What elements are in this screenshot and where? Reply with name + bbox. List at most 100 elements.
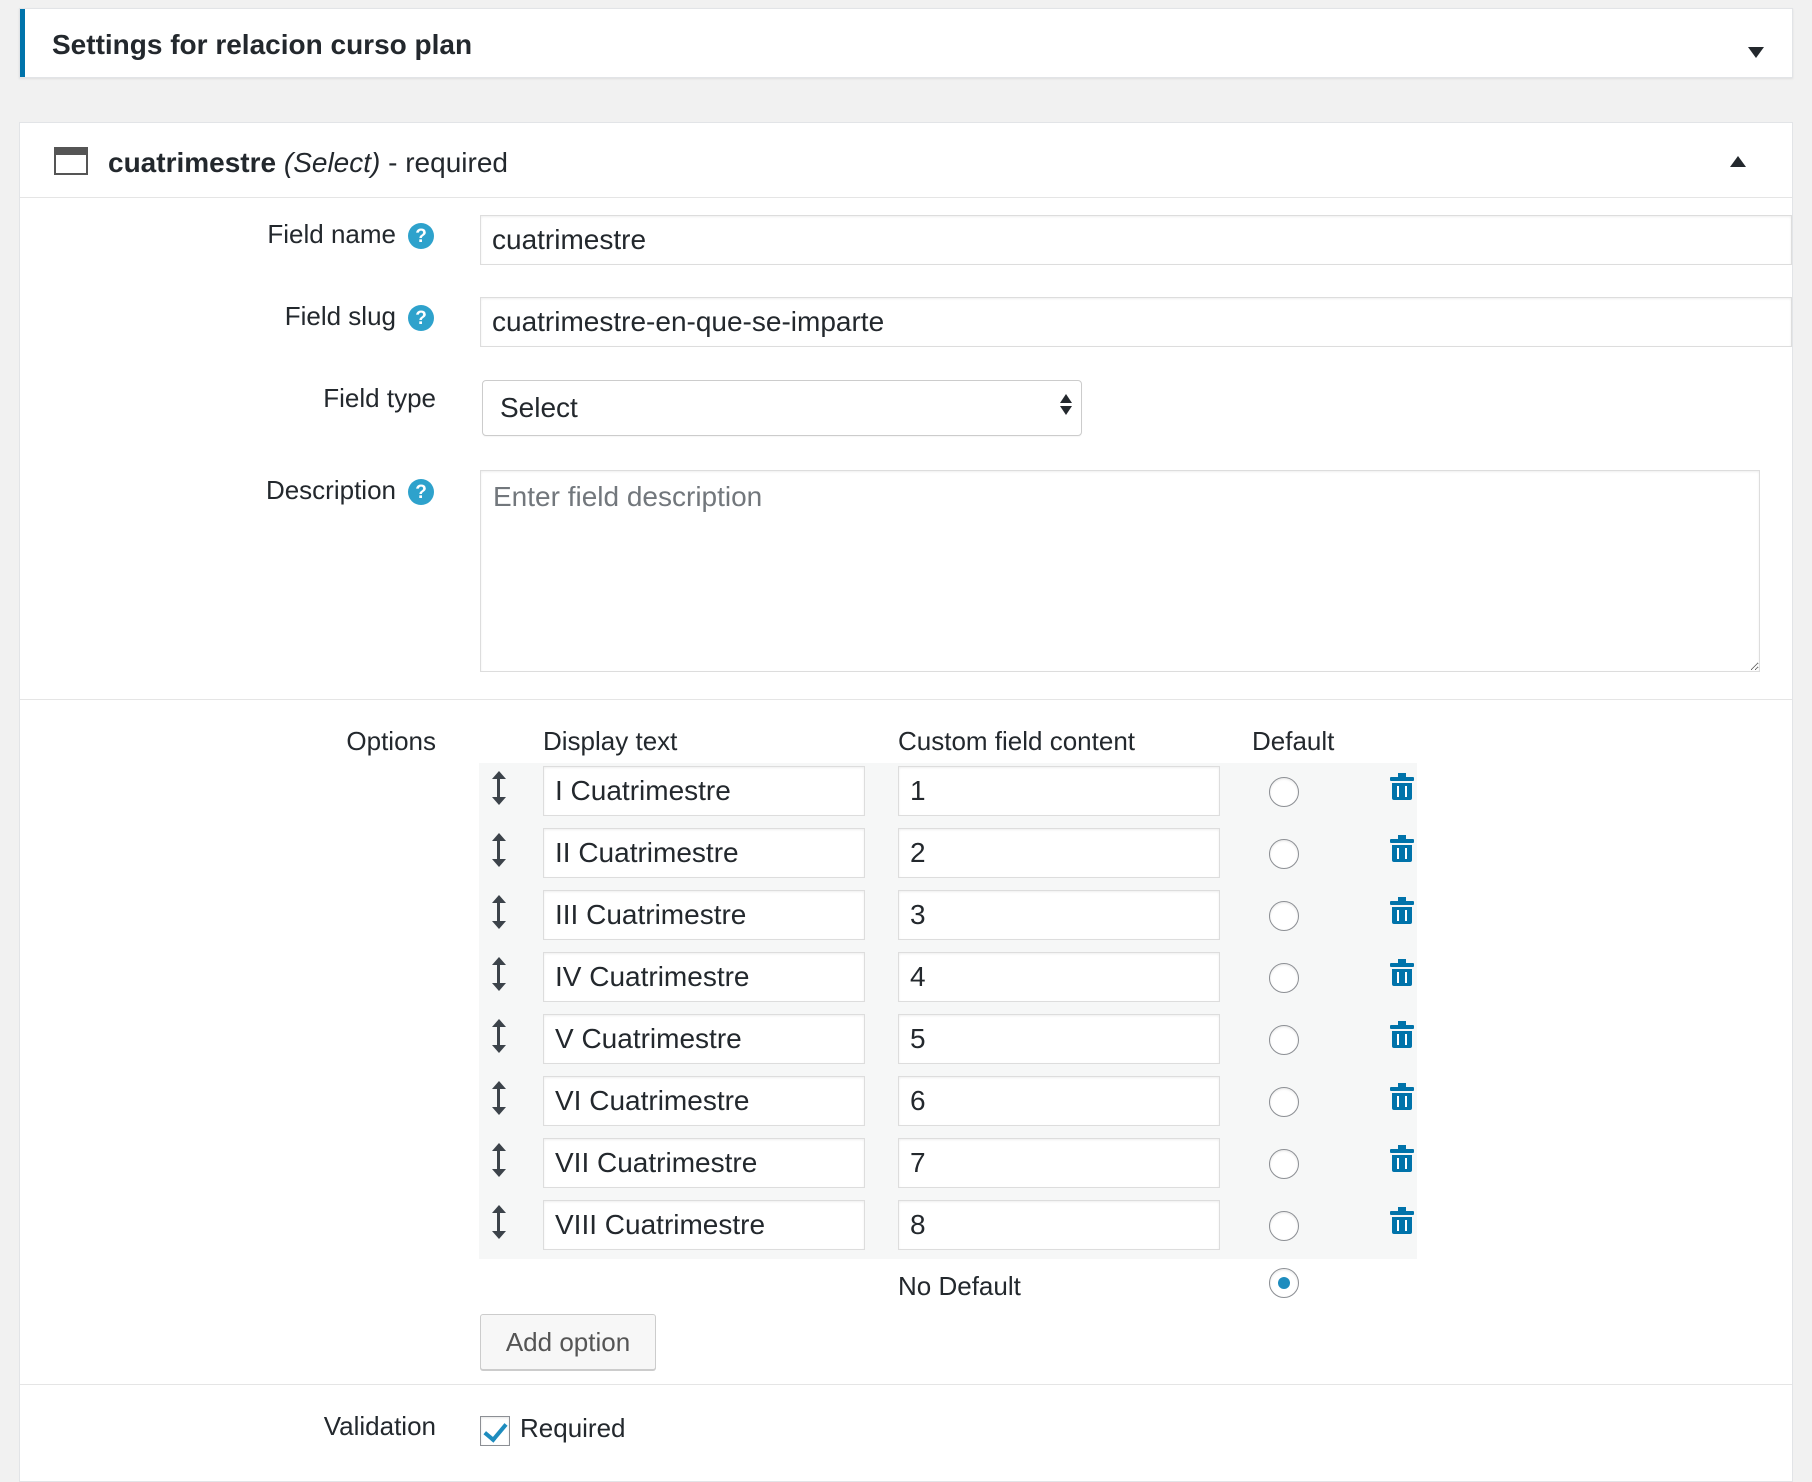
option-content-input[interactable]: 1 — [898, 766, 1220, 816]
option-content-input[interactable]: 8 — [898, 1200, 1220, 1250]
add-option-button[interactable]: Add option — [480, 1314, 656, 1370]
trash-icon[interactable] — [1390, 959, 1414, 987]
option-display-input[interactable]: III Cuatrimestre — [543, 890, 865, 940]
field-title-type: (Select) — [283, 147, 381, 178]
trash-icon[interactable] — [1390, 1021, 1414, 1049]
option-default-radio[interactable] — [1269, 963, 1299, 993]
drag-arrow-down — [492, 983, 506, 991]
trash-can — [1392, 969, 1412, 986]
vertical-resize-icon[interactable] — [492, 833, 506, 867]
option-default-radio[interactable] — [1269, 901, 1299, 931]
drag-arrow-down — [492, 1045, 506, 1053]
settings-panel-header[interactable]: Settings for relacion curso plan — [19, 8, 1793, 78]
option-display-input[interactable]: VI Cuatrimestre — [543, 1076, 865, 1126]
option-default-radio[interactable] — [1269, 1025, 1299, 1055]
field-type-select[interactable]: Select — [482, 380, 1082, 436]
trash-icon[interactable] — [1390, 835, 1414, 863]
option-row: V Cuatrimestre 5 — [479, 1011, 1417, 1073]
trash-lid — [1390, 777, 1414, 781]
vertical-resize-icon[interactable] — [492, 1205, 506, 1239]
validation-label: Validation — [323, 1411, 436, 1441]
settings-panel-title: Settings for relacion curso plan — [52, 29, 473, 60]
checkmark-icon — [483, 1417, 508, 1443]
vertical-resize-icon[interactable] — [492, 1019, 506, 1053]
drag-bar — [497, 1149, 500, 1171]
accent-bar — [20, 9, 25, 77]
option-display-input[interactable]: VIII Cuatrimestre — [543, 1200, 865, 1250]
trash-icon[interactable] — [1390, 1083, 1414, 1111]
drag-bar — [497, 1211, 500, 1233]
trash-can — [1392, 1031, 1412, 1048]
option-default-radio[interactable] — [1269, 1149, 1299, 1179]
trash-lid — [1390, 839, 1414, 843]
field-slug-input[interactable]: cuatrimestre-en-que-se-imparte — [480, 297, 1792, 347]
drag-arrow-down — [492, 1107, 506, 1115]
field-panel: cuatrimestre (Select) - required Field n… — [19, 122, 1793, 1482]
expand-toggle-icon[interactable] — [1730, 156, 1746, 167]
trash-icon[interactable] — [1390, 1145, 1414, 1173]
field-title: cuatrimestre (Select) - required — [108, 147, 508, 179]
option-row: VII Cuatrimestre 7 — [479, 1135, 1417, 1197]
option-content-input[interactable]: 5 — [898, 1014, 1220, 1064]
help-icon[interactable]: ? — [408, 223, 434, 249]
option-content-input[interactable]: 6 — [898, 1076, 1220, 1126]
trash-lid — [1390, 1211, 1414, 1215]
drag-bar — [497, 1025, 500, 1047]
drag-bar — [497, 1087, 500, 1109]
vertical-resize-icon[interactable] — [492, 1143, 506, 1177]
drag-arrow-down — [492, 797, 506, 805]
option-display-input[interactable]: VII Cuatrimestre — [543, 1138, 865, 1188]
required-checkbox[interactable] — [480, 1416, 510, 1446]
trash-icon[interactable] — [1390, 1207, 1414, 1235]
drag-bar — [497, 839, 500, 861]
option-default-radio[interactable] — [1269, 1087, 1299, 1117]
drag-bar — [497, 963, 500, 985]
trash-icon[interactable] — [1390, 897, 1414, 925]
trash-can — [1392, 783, 1412, 800]
col-display-text: Display text — [543, 726, 678, 756]
option-content-input[interactable]: 2 — [898, 828, 1220, 878]
drag-arrow-down — [492, 1169, 506, 1177]
trash-can — [1392, 845, 1412, 862]
option-default-radio[interactable] — [1269, 777, 1299, 807]
options-label: Options — [346, 726, 436, 756]
help-icon[interactable]: ? — [408, 305, 434, 331]
option-content-input[interactable]: 4 — [898, 952, 1220, 1002]
vertical-resize-icon[interactable] — [492, 895, 506, 929]
option-display-input[interactable]: II Cuatrimestre — [543, 828, 865, 878]
option-content-input[interactable]: 3 — [898, 890, 1220, 940]
trash-can — [1392, 907, 1412, 924]
vertical-resize-icon[interactable] — [492, 771, 506, 805]
field-header[interactable]: cuatrimestre (Select) - required — [20, 123, 1792, 198]
field-title-required: - required — [388, 147, 508, 178]
field-name-input[interactable]: cuatrimestre — [480, 215, 1792, 265]
drag-bar — [497, 901, 500, 923]
vertical-resize-icon[interactable] — [492, 957, 506, 991]
section-divider — [20, 1384, 1792, 1385]
trash-lid — [1390, 1025, 1414, 1029]
no-default-radio[interactable] — [1269, 1268, 1299, 1298]
field-name-label: Field name — [267, 219, 396, 249]
option-default-radio[interactable] — [1269, 1211, 1299, 1241]
col-default: Default — [1252, 726, 1335, 756]
trash-lid — [1390, 1149, 1414, 1153]
trash-icon[interactable] — [1390, 773, 1414, 801]
select-arrows-icon — [1060, 394, 1072, 418]
option-display-input[interactable]: IV Cuatrimestre — [543, 952, 865, 1002]
trash-can — [1392, 1217, 1412, 1234]
help-icon[interactable]: ? — [408, 479, 434, 505]
description-textarea[interactable] — [480, 470, 1760, 672]
vertical-resize-icon[interactable] — [492, 1081, 506, 1115]
option-default-radio[interactable] — [1269, 839, 1299, 869]
trash-can — [1392, 1155, 1412, 1172]
option-content-input[interactable]: 7 — [898, 1138, 1220, 1188]
field-type-value: Select — [500, 392, 578, 423]
section-divider — [20, 699, 1792, 700]
option-display-input[interactable]: I Cuatrimestre — [543, 766, 865, 816]
option-row: VIII Cuatrimestre 8 — [479, 1197, 1417, 1259]
select-down-icon — [1060, 406, 1072, 415]
collapse-toggle-icon[interactable] — [1748, 47, 1764, 58]
option-display-input[interactable]: V Cuatrimestre — [543, 1014, 865, 1064]
option-row: I Cuatrimestre 1 — [479, 763, 1417, 825]
description-label: Description — [265, 475, 396, 505]
